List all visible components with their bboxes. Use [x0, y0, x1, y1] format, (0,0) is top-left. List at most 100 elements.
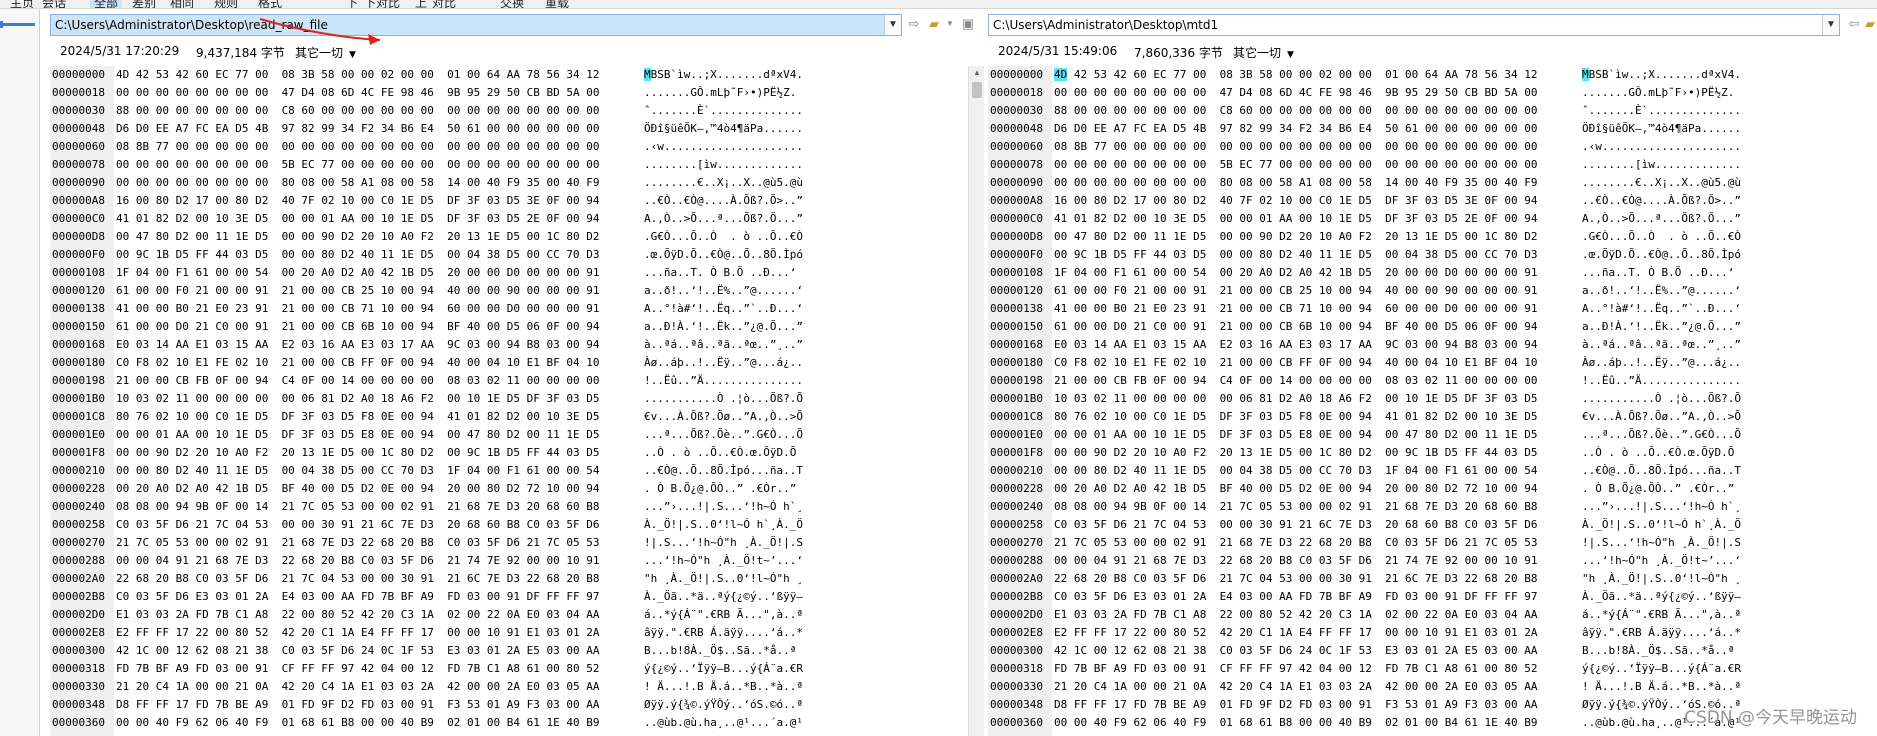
hex-bytes[interactable]: 16 00 80 D2 17 00 80 D2 40 7F 02 10 00 C…: [116, 192, 599, 210]
hex-bytes[interactable]: 00 20 A0 D2 A0 42 1B D5 BF 40 00 D5 D2 0…: [116, 480, 599, 498]
hex-bytes[interactable]: 1F 04 00 F1 61 00 00 54 00 20 A0 D2 A0 4…: [116, 264, 599, 282]
folder-open-icon[interactable]: ▰: [1862, 16, 1877, 32]
ascii-text[interactable]: . Ò B.Õ¿@.ÕÒ..” .€Òr..”: [1582, 480, 1734, 498]
ascii-text[interactable]: ÖÐî§üêÕK—‚™4ò4¶äPa......: [1582, 120, 1741, 138]
hex-bytes[interactable]: 08 8B 77 00 00 00 00 00 00 00 00 00 00 0…: [116, 138, 599, 156]
hex-bytes[interactable]: 21 20 C4 1A 00 00 21 0A 42 20 C4 1A E1 0…: [116, 678, 599, 696]
hex-bytes[interactable]: E2 FF FF 17 22 00 80 52 42 20 C1 1A E4 F…: [1054, 624, 1537, 642]
hex-bytes[interactable]: 00 00 00 00 00 00 00 00 5B EC 77 00 00 0…: [1054, 156, 1537, 174]
ascii-text[interactable]: ..€Ò..€Ò@....À.Õß?.Õ>..”: [1582, 192, 1741, 210]
hex-bytes[interactable]: 00 9C 1B D5 FF 44 03 D5 00 00 80 D2 40 1…: [116, 246, 599, 264]
hex-bytes[interactable]: 08 08 00 94 9B 0F 00 14 21 7C 05 53 00 0…: [116, 498, 599, 516]
save-icon[interactable]: ▣: [960, 16, 976, 32]
menu-item[interactable]: 下对比: [364, 0, 400, 8]
ascii-text[interactable]: âÿÿ.".€RB Á.äÿÿ....‘á..*: [644, 624, 803, 642]
hex-bytes[interactable]: 41 01 82 D2 00 10 3E D5 00 00 01 AA 00 1…: [116, 210, 599, 228]
ascii-text[interactable]: ..€Ò..€Ò@....À.Õß?.Õ>..”: [644, 192, 803, 210]
ascii-text[interactable]: €v...À.Õß?.Õø..”A.‚Ò..>Õ: [644, 408, 803, 426]
hex-bytes[interactable]: 00 00 00 00 00 00 00 00 5B EC 77 00 00 0…: [116, 156, 599, 174]
hex-bytes[interactable]: E2 FF FF 17 22 00 80 52 42 20 C1 1A E4 F…: [116, 624, 599, 642]
hex-bytes[interactable]: 22 68 20 B8 C0 03 5F D6 21 7C 04 53 00 0…: [1054, 570, 1537, 588]
ascii-text[interactable]: Àø..áþ..!..Ëÿ..”@...á¿..: [644, 354, 803, 372]
ascii-text[interactable]: ...ª...Õß?.Õè..”.G€Ò...Õ: [1582, 426, 1741, 444]
hex-bytes[interactable]: 42 1C 00 12 62 08 21 38 C0 03 5F D6 24 0…: [116, 642, 599, 660]
ascii-text[interactable]: à..ªá..ªâ..ªã..ªœ..”¸..”: [644, 336, 803, 354]
hex-bytes[interactable]: 00 00 90 D2 20 10 A0 F2 20 13 1E D5 00 1…: [116, 444, 599, 462]
left-path-combobox[interactable]: C:\Users\Administrator\Desktop\read_raw_…: [50, 14, 902, 36]
hex-bytes[interactable]: 00 9C 1B D5 FF 44 03 D5 00 00 80 D2 40 1…: [1054, 246, 1537, 264]
ascii-text[interactable]: ý{¿©ý..‘Ïÿÿ—B...ý{Á¨a.€R: [644, 660, 803, 678]
hex-bytes[interactable]: 61 00 00 F0 21 00 00 91 21 00 00 CB 25 1…: [116, 282, 599, 300]
menu-item[interactable]: 会话: [42, 0, 66, 8]
ascii-text[interactable]: ........€..X¡..X..@ù5.@ù: [1582, 174, 1741, 192]
hex-bytes[interactable]: 16 00 80 D2 17 00 80 D2 40 7F 02 10 00 C…: [1054, 192, 1537, 210]
hex-bytes[interactable]: 88 00 00 00 00 00 00 00 C8 60 00 00 00 0…: [1054, 102, 1537, 120]
ascii-text[interactable]: ...”›...!|.S...‘!h~Ó h`¸: [644, 498, 803, 516]
hex-bytes[interactable]: 00 00 04 91 21 68 7E D3 22 68 20 B8 C0 0…: [1054, 552, 1537, 570]
hex-bytes[interactable]: E1 03 03 2A FD 7B C1 A8 22 00 80 52 42 2…: [1054, 606, 1537, 624]
ascii-text[interactable]: á..*ý{Á¨".€RB Ã..."‚à..ª: [644, 606, 803, 624]
scroll-thumb[interactable]: [972, 82, 982, 98]
hex-bytes[interactable]: C0 03 5F D6 21 7C 04 53 00 00 30 91 21 6…: [1054, 516, 1537, 534]
ascii-text[interactable]: !|.S...‘!h~Ó"h ¸À._Ö!|.S: [644, 534, 803, 552]
hex-bytes[interactable]: 21 00 00 CB FB 0F 00 94 C4 0F 00 14 00 0…: [1054, 372, 1537, 390]
ascii-text[interactable]: ...ña..T. Ò B.Õ ..Ð...‘: [1582, 264, 1734, 282]
ascii-text[interactable]: B...b!8À._Ö$..Sã..*å..ª: [1582, 642, 1734, 660]
copy-right-icon[interactable]: ⇦: [1846, 16, 1862, 32]
menu-item[interactable]: 差别: [132, 0, 156, 8]
chevron-down-icon[interactable]: ▼: [1822, 15, 1839, 35]
ascii-text[interactable]: B...b!8À._Ö$..Sã..*å..ª: [644, 642, 796, 660]
ascii-text[interactable]: .œ.ÕÿD.Õ..€Ò@..Õ..8Õ.Ìpó: [1582, 246, 1741, 264]
hex-bytes[interactable]: 42 1C 00 12 62 08 21 38 C0 03 5F D6 24 0…: [1054, 642, 1537, 660]
hex-bytes[interactable]: D6 D0 EE A7 FC EA D5 4B 97 82 99 34 F2 3…: [1054, 120, 1537, 138]
ascii-text[interactable]: ˆ.......È`..............: [1582, 102, 1741, 120]
hex-bytes[interactable]: 61 00 00 D0 21 C0 00 91 21 00 00 CB 6B 1…: [1054, 318, 1537, 336]
hex-bytes[interactable]: 00 00 00 00 00 00 00 00 47 D4 08 6D 4C F…: [1054, 84, 1537, 102]
right-filter-dropdown[interactable]: 其它一切 ▼: [1233, 44, 1294, 61]
ascii-text[interactable]: ..Ò . ò ..Õ..€Ò.œ.ÕÿD.Õ: [644, 444, 796, 462]
ascii-text[interactable]: "h ¸À._Ö!|.S..0‘!l~Ó"h ¸: [1582, 570, 1741, 588]
ascii-text[interactable]: ..@ùb.@ù.ha¸..@¹...´a.@¹: [644, 714, 803, 732]
menu-item[interactable]: 下: [346, 0, 358, 8]
ascii-text[interactable]: ........[ìw.............: [644, 156, 803, 174]
hex-bytes[interactable]: 1F 04 00 F1 61 00 00 54 00 20 A0 D2 A0 4…: [1054, 264, 1537, 282]
ascii-text[interactable]: .G€Ò...Õ..Ò . ò ..Õ..€Ò: [1582, 228, 1741, 246]
hex-bytes[interactable]: 21 00 00 CB FB 0F 00 94 C4 0F 00 14 00 0…: [116, 372, 599, 390]
folder-open-icon[interactable]: ▰: [926, 16, 942, 32]
hex-bytes[interactable]: 08 08 00 94 9B 0F 00 14 21 7C 05 53 00 0…: [1054, 498, 1537, 516]
hex-bytes[interactable]: 21 20 C4 1A 00 00 21 0A 42 20 C4 1A E1 0…: [1054, 678, 1537, 696]
menu-item[interactable]: 对比: [432, 0, 456, 8]
ascii-text[interactable]: Àø..áþ..!..Ëÿ..”@...á¿..: [1582, 354, 1741, 372]
hex-bytes[interactable]: 00 00 80 D2 40 11 1E D5 00 04 38 D5 00 C…: [116, 462, 599, 480]
ascii-text[interactable]: a..Ð!À.‘!..Ëk..”¿@.Õ...”: [1582, 318, 1741, 336]
ascii-text[interactable]: ÖÐî§üêÕK—‚™4ò4¶äPa......: [644, 120, 803, 138]
hex-bytes[interactable]: 4D 42 53 42 60 EC 77 00 08 3B 58 00 00 0…: [116, 66, 599, 84]
ascii-text[interactable]: ! Ä...!.B Ä.á..*B..*à..ª: [644, 678, 803, 696]
ascii-text[interactable]: À._Öã..*ä..ªý{¿©ý..‘ßÿÿ—: [1582, 588, 1741, 606]
hex-bytes[interactable]: 00 00 40 F9 62 06 40 F9 01 68 61 B8 00 0…: [116, 714, 599, 732]
ascii-text[interactable]: .‹w.....................: [644, 138, 803, 156]
ascii-text[interactable]: . Ò B.Õ¿@.ÕÒ..” .€Òr..”: [644, 480, 796, 498]
ascii-text[interactable]: ...‘!h~Ó"h ¸À._Ö!t~’...‘: [1582, 552, 1741, 570]
ascii-text[interactable]: À._Ö!|.S..0‘!l~Ó h`¸À._Ö: [1582, 516, 1741, 534]
hex-bytes[interactable]: 00 00 90 D2 20 10 A0 F2 20 13 1E D5 00 1…: [1054, 444, 1537, 462]
ascii-text[interactable]: âÿÿ.".€RB Á.äÿÿ....‘á..*: [1582, 624, 1741, 642]
ascii-text[interactable]: MBSB`ìw..;X.......dªxV4.: [644, 66, 803, 84]
menu-item[interactable]: 重载: [545, 0, 569, 8]
copy-left-icon[interactable]: ⇨: [906, 16, 922, 32]
ascii-text[interactable]: ...........Ò .¦ò...Õß?.Õ: [1582, 390, 1741, 408]
ascii-text[interactable]: A..°!à#‘!..Ëq..”`..Ð...‘: [644, 300, 803, 318]
hex-bytes[interactable]: 00 00 80 D2 40 11 1E D5 00 04 38 D5 00 C…: [1054, 462, 1537, 480]
hex-bytes[interactable]: C0 F8 02 10 E1 FE 02 10 21 00 00 CB FF 0…: [116, 354, 599, 372]
hex-bytes[interactable]: C0 03 5F D6 E3 03 01 2A E4 03 00 AA FD 7…: [116, 588, 599, 606]
ascii-text[interactable]: ..€Ò@..Õ..8Õ.Ìpó...ña..T: [644, 462, 803, 480]
ascii-text[interactable]: MBSB`ìw..;X.......dªxV4.: [1582, 66, 1741, 84]
ascii-text[interactable]: A.‚Ò..>Õ...ª...Õß?.Õ...”: [644, 210, 803, 228]
hex-bytes[interactable]: C0 03 5F D6 21 7C 04 53 00 00 30 91 21 6…: [116, 516, 599, 534]
ascii-text[interactable]: A..°!à#‘!..Ëq..”`..Ð...‘: [1582, 300, 1741, 318]
hex-bytes[interactable]: E0 03 14 AA E1 03 15 AA E2 03 16 AA E3 0…: [1054, 336, 1537, 354]
left-filter-dropdown[interactable]: 其它一切 ▼: [295, 44, 356, 61]
ascii-text[interactable]: .......GÔ.mLþ˜F›•)PË½Z.: [644, 84, 796, 102]
hex-bytes[interactable]: 00 00 01 AA 00 10 1E D5 DF 3F 03 D5 E8 0…: [116, 426, 599, 444]
ascii-text[interactable]: ..Ò . ò ..Õ..€Ò.œ.ÕÿD.Õ: [1582, 444, 1734, 462]
